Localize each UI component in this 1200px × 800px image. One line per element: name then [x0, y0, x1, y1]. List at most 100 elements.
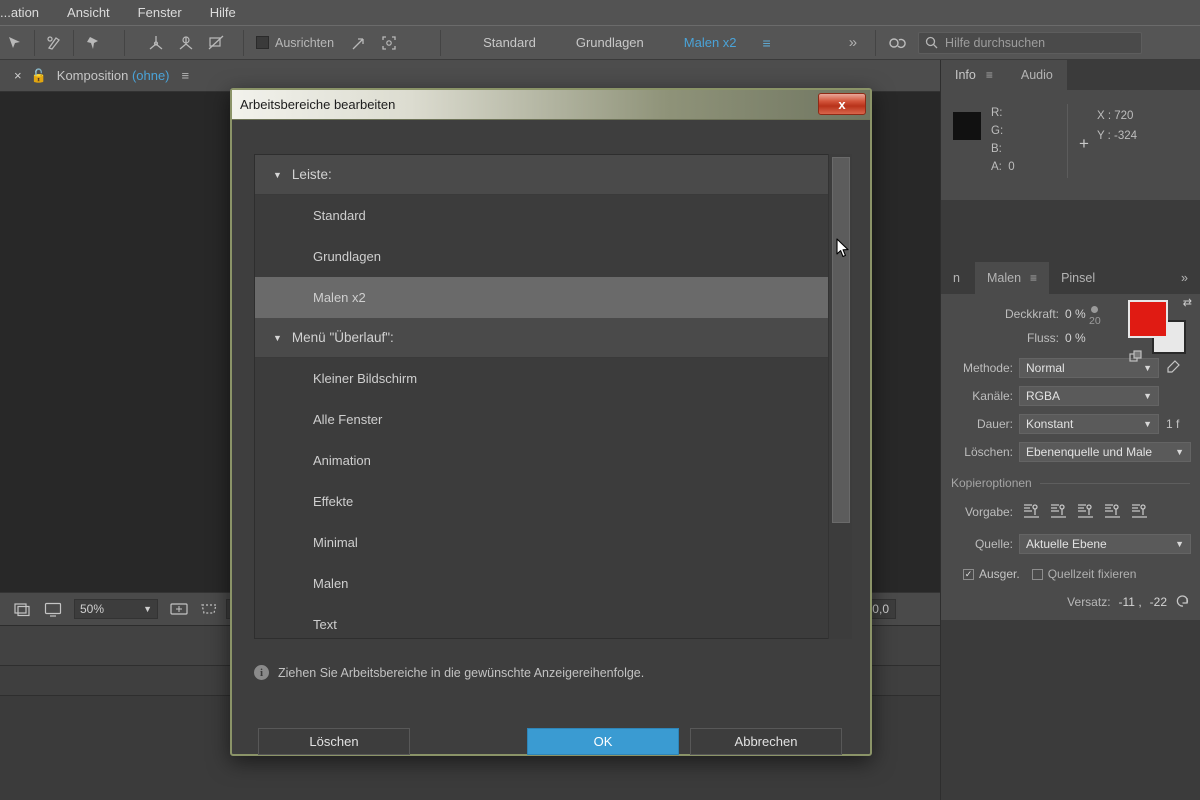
workspace-tab-standard[interactable]: Standard [463, 26, 556, 60]
lock-source-checkbox[interactable] [1031, 568, 1043, 580]
info-panel-menu-icon[interactable]: ≡ [986, 68, 993, 82]
brush-tool-icon[interactable] [39, 28, 69, 58]
move-axis-icon[interactable] [141, 28, 171, 58]
list-item[interactable]: Standard [255, 195, 851, 236]
duration-label: Dauer: [976, 417, 1013, 431]
menu-item-animation[interactable]: ...ation [0, 0, 53, 26]
foreground-color-swatch[interactable] [1128, 300, 1168, 338]
brush-size-preview: 20 [1089, 304, 1101, 327]
list-item[interactable]: Grundlagen [255, 236, 851, 277]
dialog-hint: i Ziehen Sie Arbeitsbereiche in die gewü… [254, 665, 644, 680]
menu-item-ansicht[interactable]: Ansicht [53, 0, 124, 26]
pin-tool-icon[interactable] [78, 28, 108, 58]
close-icon[interactable]: × [14, 68, 22, 83]
workspace-tab-malen-x2[interactable]: Malen x2 [664, 26, 757, 60]
align-control[interactable]: Ausrichten [256, 36, 334, 50]
channels-select[interactable]: RGBA ▼ [1019, 386, 1159, 406]
workspace-overflow-icon[interactable]: » [839, 34, 865, 51]
menu-item-hilfe[interactable]: Hilfe [196, 0, 250, 26]
tab-malen[interactable]: Malen ≡ [975, 262, 1050, 294]
list-item[interactable]: Effekte [255, 481, 851, 522]
close-icon[interactable]: x [818, 93, 866, 115]
info-color-swatch [953, 112, 981, 140]
crosshair-icon: + [1079, 134, 1089, 153]
opacity-value[interactable]: 0 % [1065, 307, 1086, 321]
source-label: Quelle: [974, 537, 1013, 551]
tab-partial[interactable]: n [941, 262, 975, 294]
preset-5-icon[interactable] [1131, 502, 1148, 522]
rotate-axis-icon[interactable] [171, 28, 201, 58]
dialog-title-bar[interactable]: Arbeitsbereiche bearbeiten x [232, 90, 870, 120]
paint-panel-menu-icon[interactable]: ≡ [1030, 271, 1037, 285]
sync-settings-icon[interactable] [882, 28, 912, 58]
search-input[interactable]: Hilfe durchsuchen [918, 31, 1143, 54]
snap-icon[interactable] [344, 28, 374, 58]
aligned-checkbox[interactable]: ✓ [963, 568, 974, 580]
preset-2-icon[interactable] [1050, 502, 1067, 522]
monitor-icon[interactable] [40, 597, 66, 621]
ok-button[interactable]: OK [527, 728, 679, 755]
grid-guides-icon[interactable] [196, 597, 222, 621]
cancel-button[interactable]: Abbrechen [690, 728, 842, 755]
eyedropper-icon[interactable] [1165, 359, 1181, 378]
menu-item-fenster[interactable]: Fenster [124, 0, 196, 26]
preset-4-icon[interactable] [1104, 502, 1121, 522]
list-item[interactable]: Alle Fenster [255, 399, 851, 440]
erase-value: Ebenenquelle und Male [1026, 445, 1153, 459]
group-header-ueberlauf[interactable]: ▼ Menü "Überlauf": [255, 318, 851, 358]
workspaces-list[interactable]: ▼ Leiste: Standard Grundlagen Malen x2 ▼… [254, 154, 852, 639]
workspaces-list-scrollbar[interactable] [828, 154, 852, 639]
flow-value[interactable]: 0 % [1065, 331, 1086, 345]
camera-disable-icon[interactable] [201, 28, 231, 58]
preset-3-icon[interactable] [1077, 502, 1094, 522]
tab-pinsel[interactable]: Pinsel [1049, 262, 1107, 294]
chevron-down-icon: ▼ [1175, 539, 1184, 549]
lock-icon[interactable]: 🔓 [31, 68, 47, 84]
toolbar-divider [440, 29, 442, 56]
triangle-down-icon[interactable]: ▼ [273, 333, 282, 343]
paint-tabs-overflow-icon[interactable]: » [1169, 262, 1200, 294]
list-item[interactable]: Malen [255, 563, 851, 604]
arrow-tool-icon[interactable] [0, 28, 30, 58]
region-of-interest-icon[interactable] [166, 597, 192, 621]
color-swatches[interactable]: ⇄ [1128, 297, 1192, 354]
toolbar-group-selection [0, 26, 108, 60]
brush-size-value: 20 [1089, 315, 1101, 327]
zoom-level-select[interactable]: 50% ▼ [74, 599, 158, 619]
info-y-value: Y : -324 [1097, 130, 1138, 142]
erase-select[interactable]: Ebenenquelle und Male ▼ [1019, 442, 1191, 462]
default-colors-icon[interactable] [1129, 350, 1143, 369]
tab-info[interactable]: Info ≡ [941, 60, 1007, 90]
triangle-down-icon[interactable]: ▼ [273, 170, 282, 180]
copy-options-label: Kopieroptionen [951, 476, 1032, 490]
brush-dot-icon [1091, 306, 1099, 313]
tab-audio[interactable]: Audio [1006, 60, 1067, 90]
workspace-tab-grundlagen[interactable]: Grundlagen [556, 26, 664, 60]
preset-1-icon[interactable] [1023, 502, 1040, 522]
offset-y-value[interactable]: -22 [1150, 595, 1167, 609]
swap-colors-icon[interactable]: ⇄ [1183, 296, 1192, 309]
mouse-cursor [836, 238, 850, 260]
menu-bar: ...ation Ansicht Fenster Hilfe [0, 0, 1200, 26]
offset-x-value[interactable]: -11 , [1119, 595, 1142, 609]
workspace-menu-icon[interactable]: ≡ [757, 35, 777, 51]
chevron-down-icon: ▼ [1175, 447, 1184, 457]
reset-offset-icon[interactable] [1175, 594, 1190, 611]
duration-frames-value[interactable]: 1 f [1166, 417, 1179, 431]
scrollbar-thumb[interactable] [832, 157, 850, 523]
source-select[interactable]: Aktuelle Ebene ▼ [1019, 534, 1191, 554]
delete-button[interactable]: Löschen [258, 728, 410, 755]
list-item[interactable]: Malen x2 [255, 277, 851, 318]
always-preview-icon[interactable] [10, 597, 36, 621]
bounding-box-icon[interactable] [374, 28, 404, 58]
list-item[interactable]: Animation [255, 440, 851, 481]
list-item[interactable]: Minimal [255, 522, 851, 563]
info-panel-body: R: G: B: A: 0 + X : 720 Y : -324 [941, 90, 1200, 200]
info-channel-g: G: [991, 125, 1004, 137]
duration-select[interactable]: Konstant ▼ [1019, 414, 1159, 434]
source-value: Aktuelle Ebene [1026, 537, 1107, 551]
composition-menu-icon[interactable]: ≡ [182, 68, 190, 83]
list-item[interactable]: Text [255, 604, 851, 638]
group-header-leiste[interactable]: ▼ Leiste: [255, 155, 851, 195]
list-item[interactable]: Kleiner Bildschirm [255, 358, 851, 399]
